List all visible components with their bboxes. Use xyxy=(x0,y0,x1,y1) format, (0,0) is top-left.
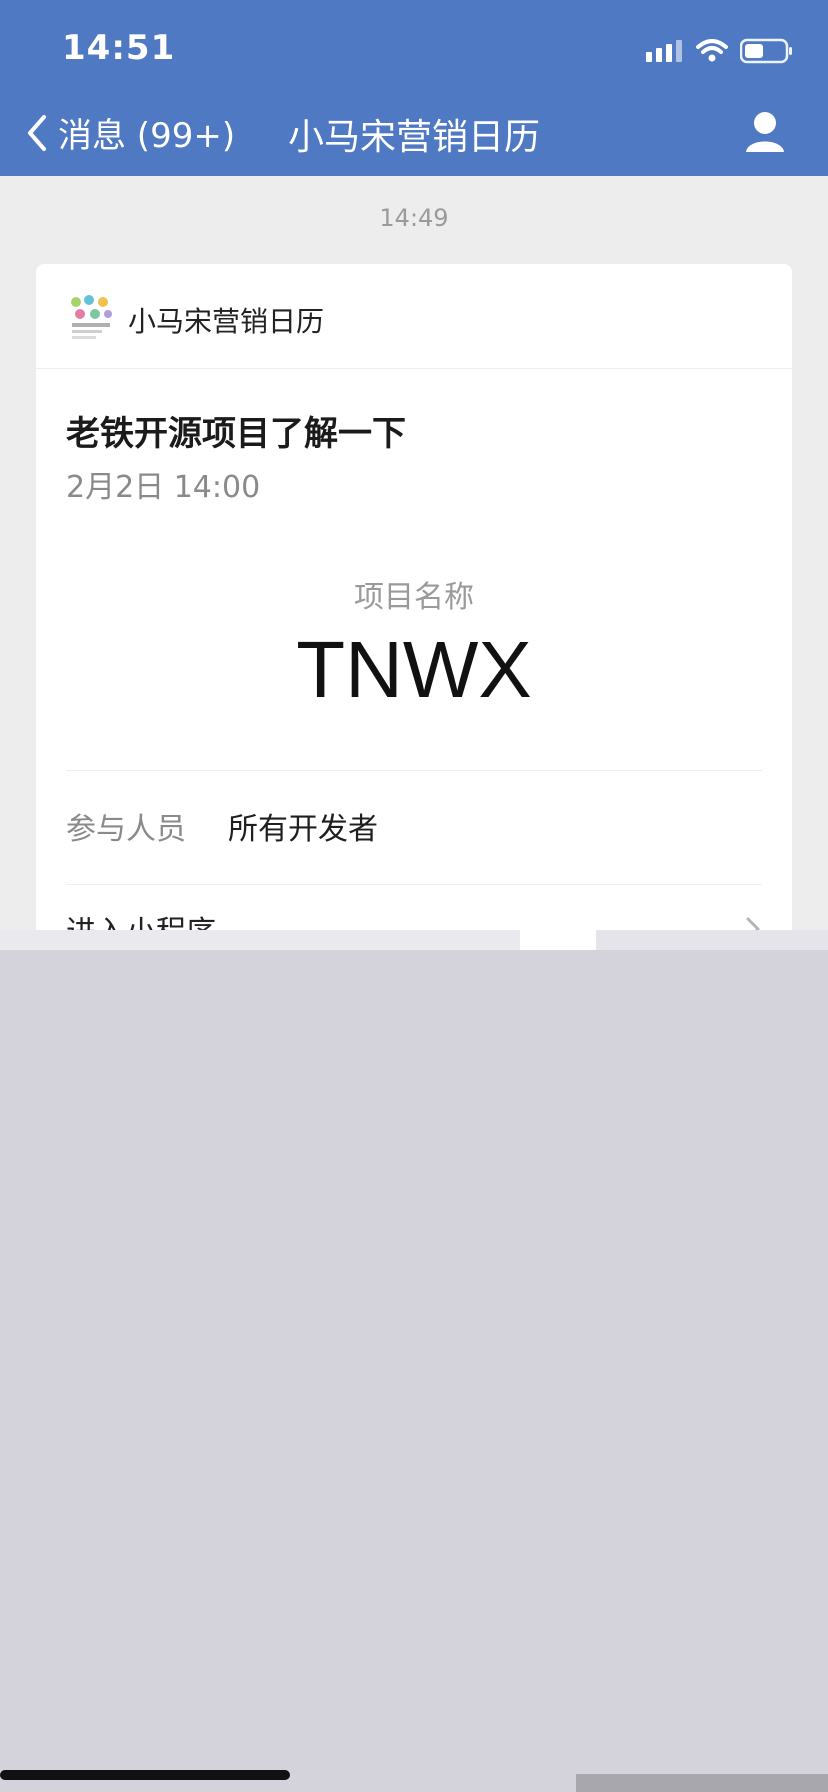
wifi-icon xyxy=(696,39,728,62)
participants-label: 参与人员 xyxy=(66,812,186,847)
chat-timestamp: 14:49 xyxy=(379,204,449,232)
status-time: 14:51 xyxy=(62,28,176,68)
calendar-card[interactable]: 小马宋营销日历 老铁开源项目了解一下 2月2日 14:00 项目名称 TNWX … xyxy=(36,264,792,954)
event-datetime: 2月2日 14:00 xyxy=(66,470,261,505)
status-icons xyxy=(646,34,794,68)
battery-icon xyxy=(740,38,792,64)
participants-value: 所有开发者 xyxy=(228,812,378,847)
back-button[interactable]: 消息 (99+) xyxy=(24,108,235,157)
overlay-sheet[interactable] xyxy=(0,950,828,1792)
back-label: 消息 (99+) xyxy=(58,116,236,156)
card-header: 小马宋营销日历 xyxy=(36,264,792,369)
divider xyxy=(66,884,762,885)
signal-icon xyxy=(646,40,682,62)
overlay-bottom-bar xyxy=(576,1774,828,1792)
chevron-left-icon xyxy=(28,114,46,151)
project-label: 项目名称 xyxy=(354,580,474,615)
app-name: 小马宋营销日历 xyxy=(128,305,325,338)
project-name: TNWX xyxy=(296,625,532,714)
event-title: 老铁开源项目了解一下 xyxy=(66,414,406,454)
app-logo xyxy=(66,292,116,342)
top-bar: 14:51 消息 (99+) 小马宋营销日历 xyxy=(0,0,828,176)
overlay-sheet-edge xyxy=(596,930,828,950)
user-icon[interactable] xyxy=(742,108,788,154)
divider xyxy=(66,770,762,771)
home-indicator xyxy=(0,1770,290,1780)
app-logo-image xyxy=(66,292,116,342)
